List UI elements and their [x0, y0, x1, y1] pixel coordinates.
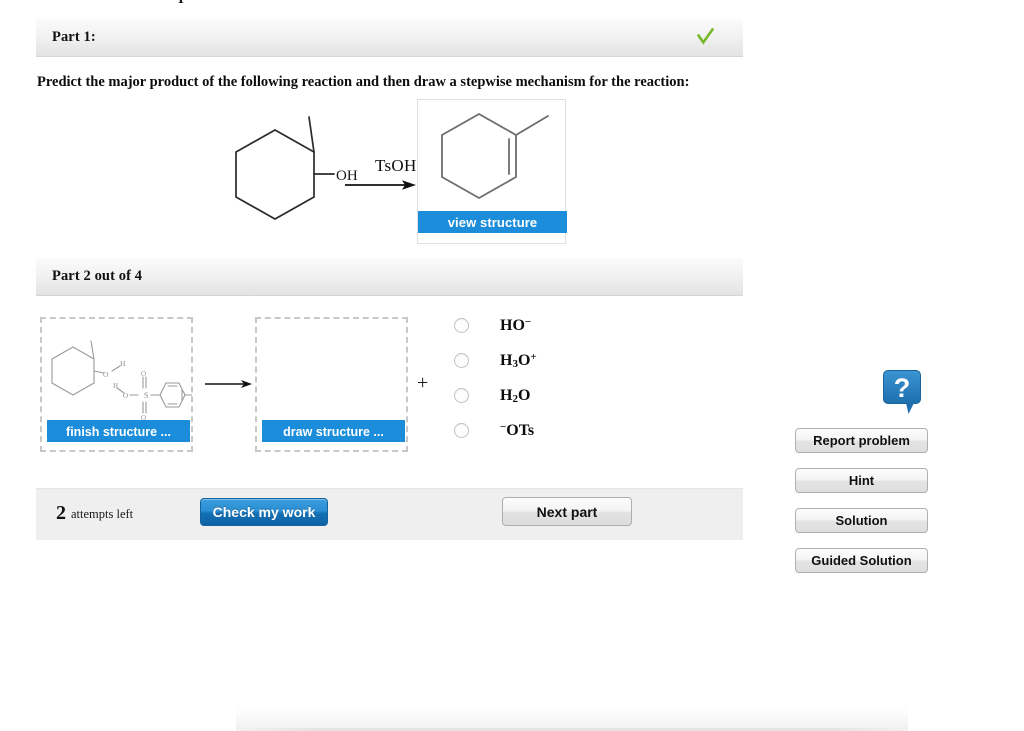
reactant-structures-preview: O H H O O O S: [44, 333, 193, 430]
draw-structure-dropzone[interactable]: draw structure ...: [255, 317, 408, 452]
finish-structure-dropzone[interactable]: O H H O O O S finish structure ...: [40, 317, 193, 452]
reagent-label: TsOH: [375, 156, 417, 175]
option-label-ots-minus: −OTs: [500, 421, 535, 439]
attempts-label: attempts left: [71, 507, 134, 521]
svg-text:?: ?: [894, 373, 911, 403]
part2-footer-bar: 2 attempts left Check my work Next part: [36, 488, 743, 540]
reactant-structure-1-methylcyclohexanol: OH: [212, 112, 367, 237]
part1-title: Part 1:: [52, 29, 96, 45]
product-structure-box: view structure: [417, 99, 567, 244]
option-label-ho-minus: HO−: [500, 316, 532, 334]
svg-text:S: S: [144, 391, 148, 400]
svg-text:O: O: [141, 370, 146, 378]
hint-button[interactable]: Hint: [795, 468, 928, 493]
product-structure-1-methylcyclohexene: [424, 102, 561, 215]
plus-symbol: +: [417, 372, 429, 394]
byproduct-options-group: HO− H3O+ H2O −OTs: [454, 308, 537, 448]
attempts-count: 2: [56, 502, 66, 524]
radio-ho-minus[interactable]: [454, 318, 469, 333]
svg-text:O: O: [103, 370, 109, 379]
radio-h3o-plus[interactable]: [454, 353, 469, 368]
option-label-h3o-plus: H3O+: [500, 351, 537, 370]
svg-text:H: H: [113, 382, 118, 390]
clipped-top-text: I: [178, 0, 184, 8]
part1-header: Part 1:: [36, 19, 743, 57]
draw-structure-button[interactable]: draw structure ...: [262, 420, 405, 442]
guided-solution-button[interactable]: Guided Solution: [795, 548, 928, 573]
green-check-icon: [696, 27, 715, 45]
option-h2o[interactable]: H2O: [454, 378, 537, 413]
check-my-work-button[interactable]: Check my work: [200, 498, 328, 526]
next-part-button[interactable]: Next part: [502, 497, 632, 526]
svg-text:O: O: [123, 392, 128, 400]
finish-structure-button[interactable]: finish structure ...: [47, 420, 190, 442]
option-ho-minus[interactable]: HO−: [454, 308, 537, 343]
option-h3o-plus[interactable]: H3O+: [454, 343, 537, 378]
view-structure-button[interactable]: view structure: [418, 211, 567, 233]
solution-button[interactable]: Solution: [795, 508, 928, 533]
part2-title: Part 2 out of 4: [52, 268, 143, 284]
attempts-remaining: 2 attempts left: [56, 502, 133, 525]
help-buttons-list: Report problem Hint Solution Guided Solu…: [795, 428, 928, 588]
svg-text:H: H: [120, 359, 126, 368]
option-label-h2o: H2O: [500, 386, 531, 405]
page-bottom-shadow: [236, 704, 908, 731]
problem-panel: Part 1: Predict the major product of the…: [36, 19, 743, 540]
option-ots-minus[interactable]: −OTs: [454, 413, 537, 448]
radio-ots-minus[interactable]: [454, 423, 469, 438]
part2-header: Part 2 out of 4: [36, 258, 743, 296]
radio-h2o[interactable]: [454, 388, 469, 403]
question-mark-bubble-icon[interactable]: ?: [883, 370, 923, 416]
reaction-arrow-icon: [344, 178, 418, 197]
part2-reaction-arrow-icon: [204, 377, 254, 396]
question-prompt: Predict the major product of the followi…: [37, 74, 690, 90]
part2-answer-area: O H H O O O S finish structure ... draw …: [36, 296, 743, 488]
report-problem-button[interactable]: Report problem: [795, 428, 928, 453]
part1-reaction-scheme: OH TsOH view structure: [36, 98, 743, 258]
